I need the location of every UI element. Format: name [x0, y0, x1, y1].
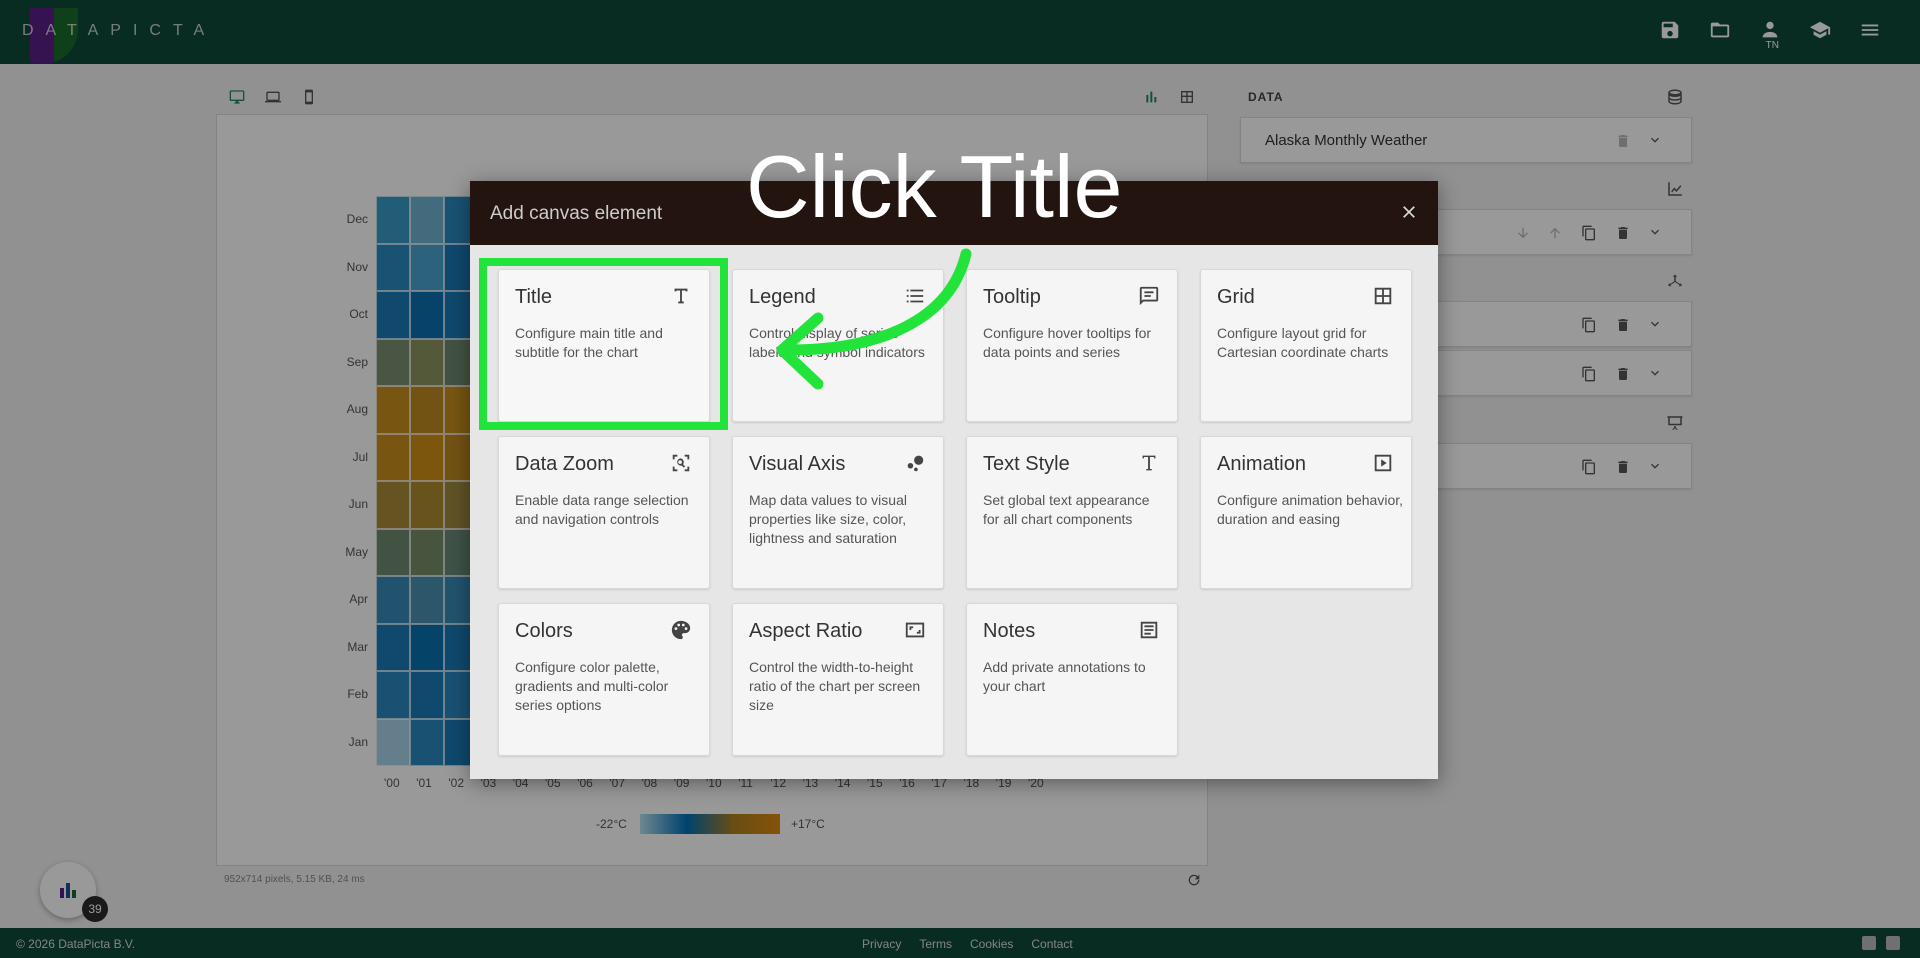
- bubbles-icon: [903, 451, 927, 475]
- element-card-name: Colors: [515, 620, 573, 642]
- element-card-text-style[interactable]: Text Style Set global text appearance fo…: [966, 436, 1178, 589]
- element-card-tooltip[interactable]: Tooltip Configure hover tooltips for dat…: [966, 269, 1178, 422]
- element-card-name: Aspect Ratio: [749, 620, 863, 642]
- element-card-name: Data Zoom: [515, 453, 614, 475]
- element-card-name: Grid: [1217, 286, 1255, 308]
- element-card-description: Control the width-to-height ratio of the…: [749, 659, 921, 713]
- title-card-highlight: [479, 258, 728, 430]
- element-card-visual-axis[interactable]: Visual Axis Map data values to visual pr…: [732, 436, 944, 589]
- element-card-description: Control display of series labels and sym…: [749, 325, 925, 360]
- comment-icon: [1137, 284, 1161, 308]
- element-card-description: Enable data range selection and navigati…: [515, 492, 689, 527]
- element-card-animation[interactable]: Animation Configure animation behavior, …: [1200, 436, 1412, 589]
- element-card-description: Configure color palette, gradients and m…: [515, 659, 669, 713]
- element-card-aspect-ratio[interactable]: Aspect Ratio Control the width-to-height…: [732, 603, 944, 756]
- text-style-icon: [1137, 451, 1161, 475]
- element-card-name: Legend: [749, 286, 816, 308]
- close-icon[interactable]: [1398, 201, 1420, 223]
- element-card-legend[interactable]: Legend Control display of series labels …: [732, 269, 944, 422]
- grid-icon: [1371, 284, 1395, 308]
- element-card-description: Map data values to visual properties lik…: [749, 492, 907, 546]
- element-card-colors[interactable]: Colors Configure color palette, gradient…: [498, 603, 710, 756]
- palette-icon: [669, 618, 693, 642]
- element-card-description: Add private annotations to your chart: [983, 659, 1146, 694]
- element-card-grid[interactable]: Grid Configure layout grid for Cartesian…: [1200, 269, 1412, 422]
- element-card-description: Configure layout grid for Cartesian coor…: [1217, 325, 1389, 360]
- list-icon: [903, 284, 927, 308]
- element-card-data-zoom[interactable]: Data Zoom Enable data range selection an…: [498, 436, 710, 589]
- element-card-description: Configure hover tooltips for data points…: [983, 325, 1152, 360]
- element-card-description: Configure animation behavior, duration a…: [1217, 492, 1404, 527]
- element-card-name: Tooltip: [983, 286, 1041, 308]
- element-card-name: Text Style: [983, 453, 1070, 475]
- play-icon: [1371, 451, 1395, 475]
- element-card-notes[interactable]: Notes Add private annotations to your ch…: [966, 603, 1178, 756]
- annotation-text: Click Title: [746, 137, 1123, 236]
- zoom-icon: [669, 451, 693, 475]
- element-card-name: Visual Axis: [749, 453, 846, 475]
- element-card-name: Animation: [1217, 453, 1306, 475]
- element-card-name: Notes: [983, 620, 1036, 642]
- notes-icon: [1137, 618, 1161, 642]
- element-card-description: Set global text appearance for all chart…: [983, 492, 1150, 527]
- aspect-ratio-icon: [903, 618, 927, 642]
- dialog-title: Add canvas element: [490, 203, 663, 224]
